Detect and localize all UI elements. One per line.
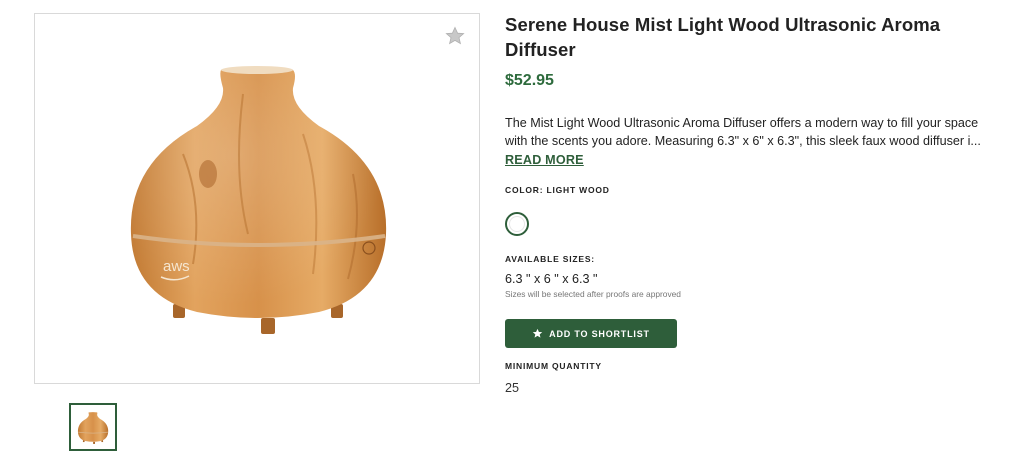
minimum-quantity-label: MINIMUM QUANTITY [505,361,602,371]
size-note: Sizes will be selected after proofs are … [505,289,681,299]
add-to-shortlist-button[interactable]: ADD TO SHORTLIST [505,319,677,348]
minimum-quantity-value: 25 [505,381,520,395]
read-more-link[interactable]: READ MORE [505,151,584,169]
color-swatch-light-wood[interactable] [505,212,529,236]
product-main-image: aws [34,13,480,384]
aws-logo-text: aws [163,258,190,275]
star-icon [532,328,543,338]
product-title: Serene House Mist Light Wood Ultrasonic … [505,14,941,60]
color-label: COLOR: LIGHT WOOD [505,185,610,195]
star-outline-icon[interactable] [445,26,465,46]
available-sizes-label: AVAILABLE SIZES: [505,254,595,264]
size-value: 6.3 " x 6 " x 6.3 " [505,272,598,286]
thumbnail-image[interactable] [69,403,117,451]
shortlist-label: ADD TO SHORTLIST [549,328,650,339]
diffuser-image: aws [130,66,387,334]
product-description: The Mist Light Wood Ultrasonic Aroma Dif… [505,114,995,169]
product-price: $52.95 [505,72,554,89]
product-info: Serene House Mist Light Wood Ultrasonic … [505,12,995,395]
description-text: The Mist Light Wood Ultrasonic Aroma Dif… [505,116,981,148]
diffuser-thumbnail [77,412,109,444]
